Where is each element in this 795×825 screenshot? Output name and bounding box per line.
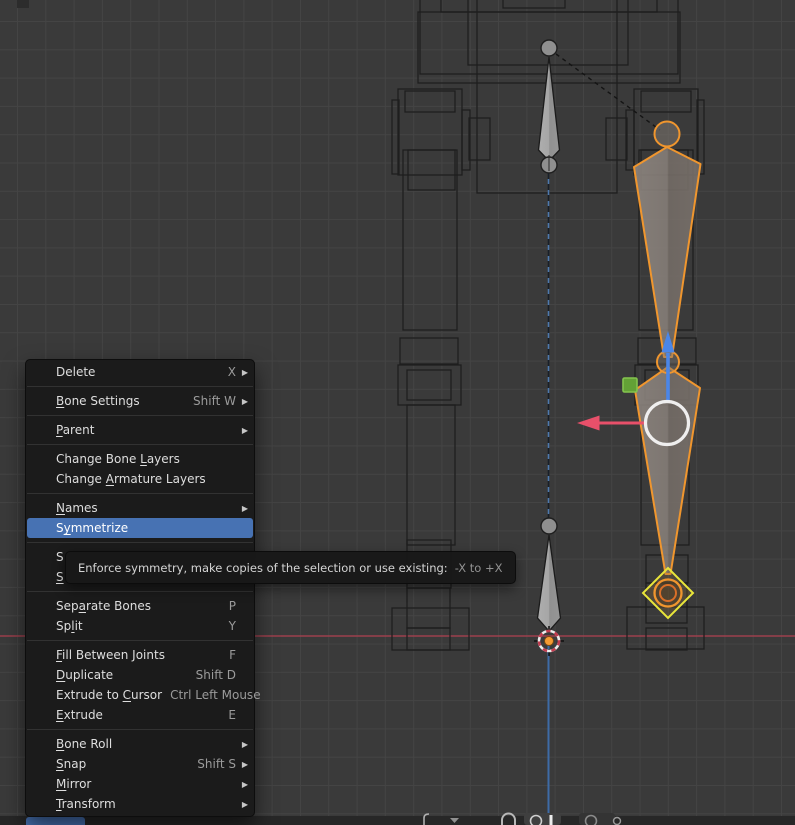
menu-item-names[interactable]: Names ▶ xyxy=(27,498,253,518)
shortcut-label: Y xyxy=(221,619,236,633)
submenu-arrow-icon: ▶ xyxy=(238,397,248,406)
move-gizmo-red-arrow xyxy=(577,416,646,431)
menu-item-label: Snap xyxy=(56,757,86,771)
editor-corner xyxy=(17,0,29,8)
proportional-editing-toggle xyxy=(524,813,561,825)
menu-item-label: Split xyxy=(56,619,83,633)
submenu-arrow-icon: ▶ xyxy=(238,368,248,377)
menu-item-label: Delete xyxy=(56,365,95,379)
menu-item-label: Change Bone Layers xyxy=(56,452,180,466)
menu-item-extrude-to-cursor[interactable]: Extrude to Cursor Ctrl Left Mouse xyxy=(27,685,253,705)
symmetrize-tooltip: Enforce symmetry, make copies of the sel… xyxy=(65,551,516,584)
menu-item-label: Extrude xyxy=(56,708,103,722)
shortcut-label: Shift D xyxy=(188,668,236,682)
menu-item-label: S xyxy=(56,570,64,584)
menu-separator xyxy=(27,415,253,416)
center-bone-lower[interactable] xyxy=(538,518,561,631)
menu-item-label: Fill Between Joints xyxy=(56,648,165,662)
menu-item-mirror[interactable]: Mirror ▶ xyxy=(27,774,253,794)
submenu-arrow-icon: ▶ xyxy=(238,800,248,809)
menu-item-duplicate[interactable]: Duplicate Shift D xyxy=(27,665,253,685)
menu-item-delete[interactable]: Delete X ▶ xyxy=(27,362,253,382)
menu-item-label: Symmetrize xyxy=(56,521,128,535)
menu-item-extrude[interactable]: Extrude E xyxy=(27,705,253,725)
menu-item-label: Parent xyxy=(56,423,94,437)
menu-item-label: Duplicate xyxy=(56,668,113,682)
operator-panel-chip[interactable] xyxy=(26,817,85,825)
menu-item-label: Transform xyxy=(56,797,116,811)
menu-item-transform[interactable]: Transform ▶ xyxy=(27,794,253,814)
menu-separator xyxy=(27,640,253,641)
menu-item-change-bone-layers[interactable]: Change Bone Layers xyxy=(27,449,253,469)
blender-3d-viewport[interactable]: Delete X ▶ Bone Settings Shift W ▶ Paren… xyxy=(0,0,795,825)
menu-separator xyxy=(27,542,253,543)
submenu-arrow-icon: ▶ xyxy=(238,780,248,789)
bone-tail-joint[interactable] xyxy=(643,568,693,618)
menu-item-label: Mirror xyxy=(56,777,91,791)
menu-item-fill-between-joints[interactable]: Fill Between Joints F xyxy=(27,645,253,665)
move-gizmo-green-plane xyxy=(623,378,637,392)
menu-item-label: Names xyxy=(56,501,98,515)
submenu-arrow-icon: ▶ xyxy=(238,760,248,769)
menu-item-symmetrize[interactable]: Symmetrize xyxy=(27,518,253,538)
menu-separator xyxy=(27,386,253,387)
tooltip-value: -X to +X xyxy=(455,561,503,575)
menu-item-label: Bone Roll xyxy=(56,737,112,751)
submenu-arrow-icon: ▶ xyxy=(238,426,248,435)
shortcut-label: F xyxy=(221,648,236,662)
shortcut-label: Shift S xyxy=(189,757,236,771)
3d-cursor[interactable] xyxy=(534,626,564,656)
center-bone-upper[interactable] xyxy=(539,40,560,173)
shortcut-label: X xyxy=(220,365,236,379)
menu-item-bone-settings[interactable]: Bone Settings Shift W ▶ xyxy=(27,391,253,411)
menu-separator xyxy=(27,444,253,445)
selected-bone-upper[interactable] xyxy=(634,122,701,358)
menu-item-snap[interactable]: Snap Shift S ▶ xyxy=(27,754,253,774)
bone-head-joint xyxy=(655,122,680,147)
menu-item-parent[interactable]: Parent ▶ xyxy=(27,420,253,440)
submenu-arrow-icon: ▶ xyxy=(238,504,248,513)
falloff-pill xyxy=(579,813,615,825)
armature-context-menu: Delete X ▶ Bone Settings Shift W ▶ Paren… xyxy=(25,359,255,817)
menu-separator xyxy=(27,729,253,730)
menu-item-label: Separate Bones xyxy=(56,599,151,613)
menu-item-split[interactable]: Split Y xyxy=(27,616,253,636)
shortcut-label: Shift W xyxy=(185,394,236,408)
shortcut-label: E xyxy=(220,708,236,722)
menu-item-change-armature-layers[interactable]: Change Armature Layers xyxy=(27,469,253,489)
menu-separator xyxy=(27,493,253,494)
shortcut-label: P xyxy=(221,599,236,613)
tooltip-text: Enforce symmetry, make copies of the sel… xyxy=(78,561,448,575)
shortcut-label: Ctrl Left Mouse xyxy=(162,688,261,702)
menu-item-label: Bone Settings xyxy=(56,394,140,408)
menu-item-label: Change Armature Layers xyxy=(56,472,206,486)
object-origin-dot xyxy=(545,637,554,646)
menu-item-separate-bones[interactable]: Separate Bones P xyxy=(27,596,253,616)
submenu-arrow-icon: ▶ xyxy=(238,740,248,749)
menu-item-bone-roll[interactable]: Bone Roll ▶ xyxy=(27,734,253,754)
menu-separator xyxy=(27,591,253,592)
menu-item-label: Extrude to Cursor xyxy=(56,688,162,702)
menu-item-label: S xyxy=(56,550,64,564)
